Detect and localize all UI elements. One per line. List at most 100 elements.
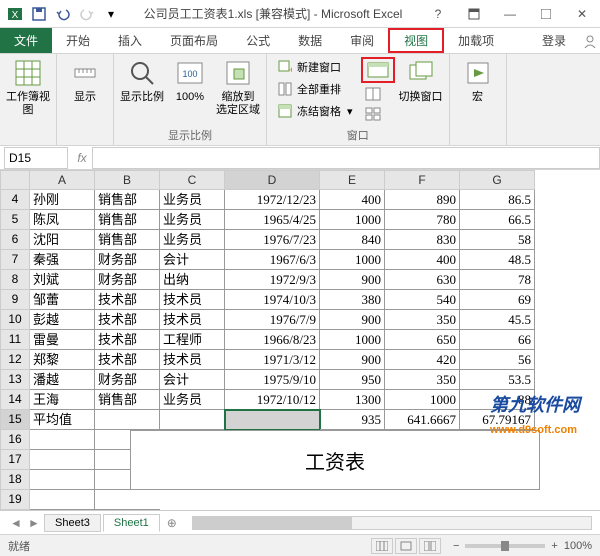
cell[interactable]: 1976/7/23 [225,230,320,250]
cell[interactable]: 900 [320,350,385,370]
cell[interactable]: 业务员 [160,210,225,230]
user-icon[interactable] [580,28,600,53]
cell[interactable]: 400 [320,190,385,210]
cell[interactable]: 会计 [160,370,225,390]
tab-formulas[interactable]: 公式 [232,28,284,53]
macros-button[interactable]: 宏 [456,57,500,104]
tab-login[interactable]: 登录 [528,28,580,53]
row-header[interactable]: 18 [0,470,30,490]
zoom-selection-button[interactable]: 缩放到 选定区域 [216,57,260,117]
row-header[interactable]: 10 [0,310,30,330]
normal-view-button[interactable] [371,538,393,554]
cell[interactable]: 技术员 [160,310,225,330]
cell[interactable]: 彭越 [30,310,95,330]
cell[interactable]: 380 [320,290,385,310]
zoom-slider[interactable] [465,544,545,548]
tab-nav-prev[interactable]: ◄ [8,516,24,530]
row-header[interactable]: 17 [0,450,30,470]
cell[interactable] [160,490,225,510]
qat-dropdown-icon[interactable]: ▾ [100,3,122,25]
cell[interactable]: 会计 [160,250,225,270]
win-opt3-button[interactable] [361,105,395,123]
cell[interactable]: 950 [320,370,385,390]
col-header-b[interactable]: B [95,170,160,190]
cell[interactable]: 890 [385,190,460,210]
fx-icon[interactable]: fx [72,151,92,165]
tab-layout[interactable]: 页面布局 [156,28,232,53]
row-header[interactable]: 7 [0,250,30,270]
cell[interactable]: 业务员 [160,190,225,210]
show-button[interactable]: 显示 [63,57,107,104]
cell[interactable] [385,490,460,510]
maximize-icon[interactable] [532,4,560,24]
cell[interactable]: 孙刚 [30,190,95,210]
cell[interactable] [95,410,160,430]
cell[interactable]: 业务员 [160,390,225,410]
row-header[interactable]: 16 [0,430,30,450]
zoom-button[interactable]: 显示比例 [120,57,164,104]
cell[interactable]: 技术部 [95,310,160,330]
tab-review[interactable]: 审阅 [336,28,388,53]
cell[interactable]: 630 [385,270,460,290]
cell[interactable]: 1965/4/25 [225,210,320,230]
cell[interactable]: 技术部 [95,330,160,350]
cell[interactable]: 1972/9/3 [225,270,320,290]
save-icon[interactable] [28,3,50,25]
row-header[interactable]: 14 [0,390,30,410]
tab-view[interactable]: 视图 [388,28,444,53]
excel-icon[interactable]: X [4,3,26,25]
cell[interactable]: 350 [385,310,460,330]
cell[interactable]: 780 [385,210,460,230]
row-header[interactable]: 13 [0,370,30,390]
cell[interactable]: 900 [320,310,385,330]
cell[interactable]: 540 [385,290,460,310]
cell[interactable] [30,490,95,510]
cell[interactable]: 48.5 [460,250,535,270]
cell[interactable]: 财务部 [95,370,160,390]
sheet-tab-sheet1[interactable]: Sheet1 [103,514,160,532]
cell[interactable]: 财务部 [95,270,160,290]
new-window-big-button[interactable] [361,57,395,83]
cell[interactable]: 400 [385,250,460,270]
cell[interactable] [225,410,320,430]
undo-icon[interactable] [52,3,74,25]
cell[interactable]: 1972/12/23 [225,190,320,210]
col-header-f[interactable]: F [385,170,460,190]
cell[interactable] [95,490,160,510]
row-header[interactable]: 11 [0,330,30,350]
select-all-corner[interactable] [0,170,30,190]
cell[interactable]: 潘越 [30,370,95,390]
cell[interactable]: 641.6667 [385,410,460,430]
cell[interactable]: 66.5 [460,210,535,230]
cell[interactable]: 935 [320,410,385,430]
formula-input[interactable] [92,147,600,169]
ribbon-options-icon[interactable] [460,4,488,24]
cell[interactable]: 1971/3/12 [225,350,320,370]
tab-home[interactable]: 开始 [52,28,104,53]
cell[interactable]: 1972/10/12 [225,390,320,410]
cell[interactable]: 业务员 [160,230,225,250]
cell[interactable]: 56 [460,350,535,370]
cell[interactable]: 1967/6/3 [225,250,320,270]
add-sheet-button[interactable]: ⊕ [162,516,182,530]
cell[interactable]: 秦强 [30,250,95,270]
col-header-e[interactable]: E [320,170,385,190]
cell[interactable]: 350 [385,370,460,390]
cell[interactable]: 1976/7/9 [225,310,320,330]
cell[interactable] [30,470,95,490]
sheet-tab-sheet3[interactable]: Sheet3 [44,514,101,532]
tab-addins[interactable]: 加载项 [444,28,508,53]
row-header[interactable]: 6 [0,230,30,250]
cell[interactable]: 出纳 [160,270,225,290]
tab-file[interactable]: 文件 [0,28,52,53]
cell[interactable]: 1975/9/10 [225,370,320,390]
row-header[interactable]: 12 [0,350,30,370]
row-header[interactable]: 8 [0,270,30,290]
switch-window-button[interactable]: 切换窗口 [399,57,443,104]
name-box[interactable]: D15 [4,147,68,169]
cell[interactable]: 沈阳 [30,230,95,250]
cell[interactable]: 1000 [320,330,385,350]
workbook-views-button[interactable]: 工作簿视图 [6,57,50,117]
new-window-button[interactable]: +新建窗口 [273,57,357,77]
cell[interactable] [225,490,320,510]
